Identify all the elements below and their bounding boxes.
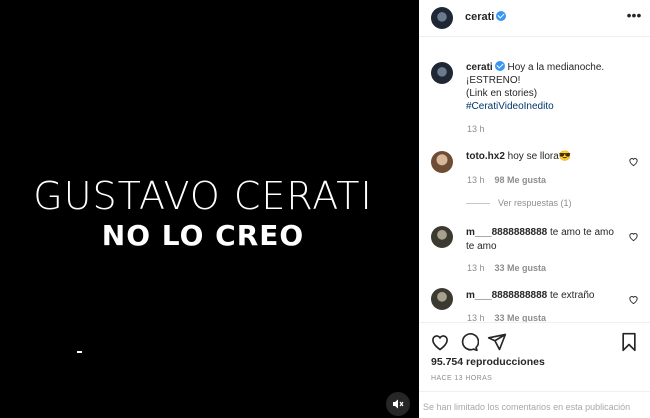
comments-limited-notice: Se han limitado los comentarios en esta … bbox=[419, 391, 650, 418]
comment-icon[interactable] bbox=[459, 332, 479, 352]
view-count[interactable]: 95.754 reproducciones bbox=[431, 356, 545, 368]
more-options-button[interactable]: ••• bbox=[626, 7, 642, 24]
verified-badge-icon bbox=[494, 61, 505, 71]
view-replies-button[interactable]: Ver respuestas (1) bbox=[466, 198, 572, 208]
comment-text: te extraño bbox=[549, 290, 595, 301]
caption-time[interactable]: 13 h bbox=[467, 124, 485, 134]
comment-meta: 13 h 33 Me gusta bbox=[467, 263, 546, 273]
comment-text: hoy se llora😎 bbox=[507, 151, 572, 162]
post-caption: cerati Hoy a la medianoche. ¡ESTRENO! (L… bbox=[466, 61, 642, 113]
post-actions: 95.754 reproducciones HACE 13 HORAS Se h… bbox=[419, 322, 650, 418]
comment-username[interactable]: m___8888888888 bbox=[466, 227, 547, 238]
comment-time[interactable]: 13 h bbox=[467, 263, 485, 273]
view-replies-label: Ver respuestas (1) bbox=[498, 198, 572, 208]
post-video[interactable]: GUSTAVO CERATI NO LO CREO bbox=[0, 0, 419, 418]
caption-line-2: ¡ESTRENO! bbox=[466, 75, 521, 86]
caption-hashtag[interactable]: #CeratiVideoInedito bbox=[466, 101, 554, 112]
comment-avatar[interactable] bbox=[431, 288, 453, 310]
caption-username[interactable]: cerati bbox=[466, 62, 493, 73]
video-subtitle: NO LO CREO bbox=[101, 219, 305, 252]
comment-likes[interactable]: 33 Me gusta bbox=[495, 263, 547, 273]
comment-like-heart-icon[interactable] bbox=[628, 294, 639, 305]
heart-icon[interactable] bbox=[430, 332, 450, 352]
verified-badge-icon bbox=[496, 11, 507, 21]
speaker-muted-icon bbox=[393, 399, 404, 409]
header-username-wrap: cerati bbox=[465, 11, 507, 23]
comment-avatar[interactable] bbox=[431, 226, 453, 248]
comment-like-heart-icon[interactable] bbox=[628, 156, 639, 167]
comment: toto.hx2 hoy se llora😎 bbox=[466, 150, 626, 164]
comment: m___8888888888 te extraño bbox=[466, 289, 626, 303]
header-username[interactable]: cerati bbox=[465, 11, 494, 23]
video-mark bbox=[77, 351, 82, 353]
caption-line-1: Hoy a la medianoche. bbox=[507, 62, 605, 73]
comment-avatar[interactable] bbox=[431, 151, 453, 173]
bookmark-icon[interactable] bbox=[619, 332, 639, 352]
comment-like-heart-icon[interactable] bbox=[628, 231, 639, 242]
comment-username[interactable]: toto.hx2 bbox=[466, 151, 505, 162]
comment-time[interactable]: 13 h bbox=[467, 175, 485, 185]
avatar[interactable] bbox=[431, 7, 453, 29]
comment-username[interactable]: m___8888888888 bbox=[466, 290, 547, 301]
post-side-panel: cerati ••• cerati Hoy a la medianoche. ¡… bbox=[419, 0, 650, 418]
caption-line-3: (Link en stories) bbox=[466, 88, 538, 99]
comment: m___8888888888 te amo te amo te amo bbox=[466, 226, 616, 254]
comment-likes[interactable]: 98 Me gusta bbox=[495, 175, 547, 185]
replies-line bbox=[466, 203, 490, 205]
caption-avatar[interactable] bbox=[431, 62, 453, 84]
comment-meta: 13 h 98 Me gusta bbox=[467, 175, 546, 185]
post-date[interactable]: HACE 13 HORAS bbox=[431, 375, 492, 382]
more-horizontal-icon: ••• bbox=[626, 7, 642, 23]
post-header: cerati ••• bbox=[419, 0, 650, 37]
share-icon[interactable] bbox=[487, 332, 507, 352]
video-title: GUSTAVO CERATI bbox=[33, 174, 373, 218]
mute-button[interactable] bbox=[386, 392, 410, 416]
